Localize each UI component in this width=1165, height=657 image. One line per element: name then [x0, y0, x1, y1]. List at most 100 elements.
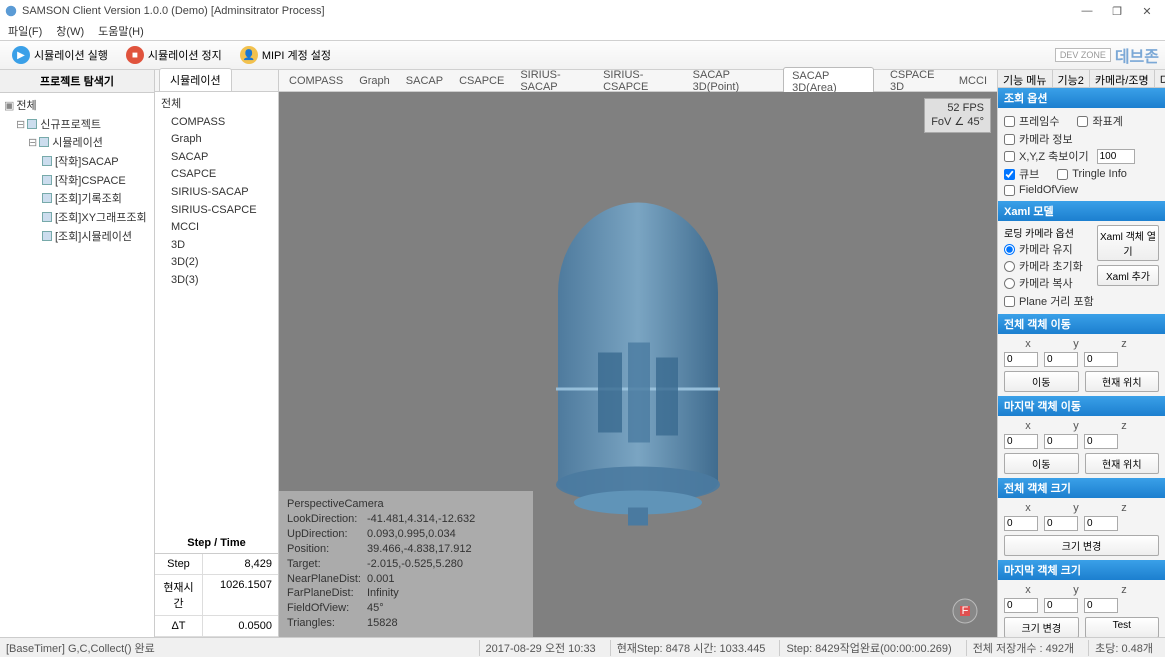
simulation-list[interactable]: 전체 COMPASS Graph SACAP CSAPCE SIRIUS-SAC…	[155, 92, 278, 533]
view-tab[interactable]: SACAP	[406, 75, 443, 87]
tree-item[interactable]: [작화]SACAP	[2, 153, 152, 172]
rtab-2[interactable]: 기능2	[1053, 70, 1090, 87]
sizelast-y-input[interactable]	[1044, 598, 1078, 613]
user-icon: 👤	[240, 46, 258, 64]
list-item[interactable]: SIRIUS-CSAPCE	[161, 202, 272, 220]
maximize-button[interactable]: ❐	[1109, 5, 1125, 18]
camera-info-overlay: PerspectiveCamera LookDirection:-41.481,…	[279, 491, 533, 637]
list-item[interactable]: Graph	[161, 131, 272, 149]
cb-plane-distance[interactable]: Plane 거리 포함	[1004, 293, 1159, 309]
section-size-last: 마지막 객체 크기	[998, 560, 1165, 580]
list-item[interactable]: SACAP	[161, 149, 272, 167]
step-value: 8,429	[203, 554, 278, 574]
add-xaml-button[interactable]: Xaml 추가	[1097, 265, 1159, 286]
project-tree[interactable]: ▣전체 ⊟신규프로젝트 ⊟시뮬레이션 [작화]SACAP [작화]CSPACE …	[0, 93, 154, 251]
tree-simulation[interactable]: ⊟시뮬레이션	[2, 134, 152, 153]
rtab-camera[interactable]: 카메라/조명	[1090, 70, 1155, 87]
sizeall-resize-button[interactable]: 크기 변경	[1004, 535, 1159, 556]
view-tab[interactable]: SIRIUS-CSAPCE	[603, 69, 677, 93]
list-item[interactable]: COMPASS	[161, 114, 272, 132]
cb-fieldofview[interactable]: FieldOfView	[1004, 184, 1159, 196]
movelast-x-input[interactable]	[1004, 434, 1038, 449]
view-tabs: COMPASS Graph SACAP CSAPCE SIRIUS-SACAP …	[279, 70, 997, 92]
minimize-button[interactable]: ―	[1079, 5, 1095, 18]
movelast-current-button[interactable]: 현재 위치	[1085, 453, 1160, 474]
moveall-z-input[interactable]	[1084, 352, 1118, 367]
rb-init-camera[interactable]: 카메라 초기화	[1004, 258, 1091, 274]
window-title: SAMSON Client Version 1.0.0 (Demo) [Admi…	[22, 5, 1079, 17]
sizeall-y-input[interactable]	[1044, 516, 1078, 531]
section-lighting: 조회 옵션	[998, 88, 1165, 108]
xyz-length-input[interactable]	[1097, 149, 1135, 164]
tree-item[interactable]: [작화]CSPACE	[2, 172, 152, 191]
list-item[interactable]: CSAPCE	[161, 166, 272, 184]
list-item[interactable]: 3D	[161, 237, 272, 255]
movelast-z-input[interactable]	[1084, 434, 1118, 449]
rtab-debug[interactable]: 디버깅	[1155, 70, 1165, 87]
tree-item[interactable]: [조회]XY그래프조회	[2, 209, 152, 228]
moveall-x-input[interactable]	[1004, 352, 1038, 367]
account-settings-button[interactable]: 👤 MIPI 계정 설정	[234, 44, 337, 66]
rb-copy-camera[interactable]: 카메라 복사	[1004, 275, 1091, 291]
cb-camerainfo[interactable]: 카메라 정보	[1004, 131, 1159, 147]
brand-logo: DEV ZONE 데브존	[1055, 43, 1159, 67]
list-item[interactable]: MCCI	[161, 219, 272, 237]
stop-simulation-button[interactable]: ■ 시뮬레이션 정지	[120, 44, 228, 66]
test-button[interactable]: Test	[1085, 617, 1160, 638]
view-tab[interactable]: Graph	[359, 75, 390, 87]
movelast-y-input[interactable]	[1044, 434, 1078, 449]
viewport-3d[interactable]: 52 FPS FoV ∠ 45°	[279, 92, 997, 637]
view-tab[interactable]: SIRIUS-SACAP	[520, 69, 587, 93]
run-simulation-button[interactable]: ▶ 시뮬레이션 실행	[6, 44, 114, 66]
view-cube-gizmo[interactable]: F	[951, 597, 979, 625]
app-icon	[4, 4, 18, 18]
section-size-all: 전체 객체 크기	[998, 478, 1165, 498]
list-item[interactable]: 3D(3)	[161, 272, 272, 290]
view-tab[interactable]: SACAP 3D(Point)	[693, 69, 767, 93]
svg-text:F: F	[962, 605, 969, 617]
project-explorer-header: 프로젝트 탐색기	[0, 70, 154, 93]
menu-window[interactable]: 창(W)	[56, 23, 84, 39]
section-move-last: 마지막 객체 이동	[998, 396, 1165, 416]
sizelast-resize-button[interactable]: 크기 변경	[1004, 617, 1079, 638]
tree-project[interactable]: ⊟신규프로젝트	[2, 116, 152, 135]
close-button[interactable]: ✕	[1139, 5, 1155, 18]
tab-simulation[interactable]: 시뮬레이션	[159, 68, 232, 91]
cb-xyz[interactable]: X,Y,Z 축보이기	[1004, 148, 1159, 164]
tree-item[interactable]: [조회]시뮬레이션	[2, 228, 152, 247]
view-tab[interactable]: MCCI	[959, 75, 987, 87]
status-rate: 초당: 0.48개	[1088, 640, 1159, 656]
cb-framecount[interactable]: 프레임수	[1004, 113, 1059, 129]
steptime-header: Step / Time	[155, 533, 278, 554]
movelast-move-button[interactable]: 이동	[1004, 453, 1079, 474]
sizeall-z-input[interactable]	[1084, 516, 1118, 531]
rtab-main[interactable]: 기능 메뉴	[998, 70, 1053, 87]
status-time: 2017-08-29 오전 10:33	[479, 640, 602, 656]
stop-icon: ■	[126, 46, 144, 64]
cb-triangleinfo[interactable]: Tringle Info	[1057, 166, 1127, 182]
cb-cube[interactable]: 큐브	[1004, 166, 1039, 182]
status-step: 현재Step: 8478 시간: 1033.445	[610, 640, 772, 656]
moveall-current-button[interactable]: 현재 위치	[1085, 371, 1160, 392]
moveall-move-button[interactable]: 이동	[1004, 371, 1079, 392]
view-tab[interactable]: COMPASS	[289, 75, 343, 87]
sizelast-z-input[interactable]	[1084, 598, 1118, 613]
view-tab[interactable]: CSPACE 3D	[890, 69, 943, 93]
list-item[interactable]: 3D(2)	[161, 254, 272, 272]
menu-help[interactable]: 도움말(H)	[98, 23, 144, 39]
sizeall-x-input[interactable]	[1004, 516, 1038, 531]
sizelast-x-input[interactable]	[1004, 598, 1038, 613]
moveall-y-input[interactable]	[1044, 352, 1078, 367]
rb-keep-camera[interactable]: 카메라 유지	[1004, 241, 1091, 257]
tree-item[interactable]: [조회]기록조회	[2, 190, 152, 209]
view-tab[interactable]: CSAPCE	[459, 75, 504, 87]
status-count: 전체 저장개수 : 492개	[966, 640, 1080, 656]
cb-axis[interactable]: 좌표계	[1077, 113, 1122, 129]
model-3d	[528, 152, 748, 555]
menu-file[interactable]: 파일(F)	[8, 23, 42, 39]
section-move-all: 전체 객체 이동	[998, 314, 1165, 334]
open-xaml-button[interactable]: Xaml 객체 열기	[1097, 225, 1159, 261]
section-xaml: Xaml 모델	[998, 201, 1165, 221]
list-item[interactable]: SIRIUS-SACAP	[161, 184, 272, 202]
current-time-value: 1026.1507	[203, 575, 278, 615]
